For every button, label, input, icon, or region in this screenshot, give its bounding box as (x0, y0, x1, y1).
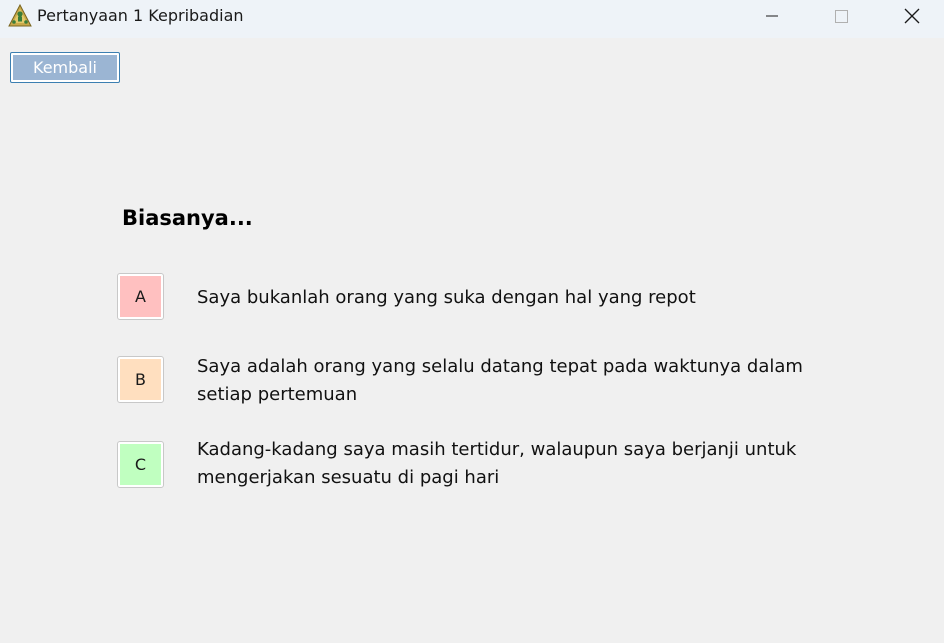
option-b-letter: B (120, 359, 161, 400)
option-a-text: Saya bukanlah orang yang suka dengan hal… (197, 287, 696, 308)
option-c-text: Kadang-kadang saya masih tertidur, walau… (197, 439, 797, 488)
back-button[interactable]: Kembali (10, 52, 120, 83)
option-c-letter: C (120, 444, 161, 485)
back-button-label: Kembali (13, 55, 117, 80)
option-a-button[interactable]: A (117, 273, 164, 320)
pyramid-person-icon (7, 3, 33, 29)
title-bar[interactable]: Pertanyaan 1 Kepribadian (0, 0, 944, 38)
option-b-button[interactable]: B (117, 356, 164, 403)
close-icon (903, 7, 921, 25)
option-b-text: Saya adalah orang yang selalu datang tep… (197, 356, 803, 405)
minimize-button[interactable] (749, 0, 795, 32)
option-c-button[interactable]: C (117, 441, 164, 488)
question-text: Biasanya... (122, 206, 253, 230)
maximize-button[interactable] (818, 0, 864, 32)
window-title: Pertanyaan 1 Kepribadian (37, 6, 244, 25)
maximize-icon (833, 8, 849, 24)
app-window: Pertanyaan 1 Kepribadian Kembali Biasany… (0, 0, 944, 643)
minimize-icon (764, 8, 780, 24)
close-button[interactable] (889, 0, 935, 32)
option-a-letter: A (120, 276, 161, 317)
